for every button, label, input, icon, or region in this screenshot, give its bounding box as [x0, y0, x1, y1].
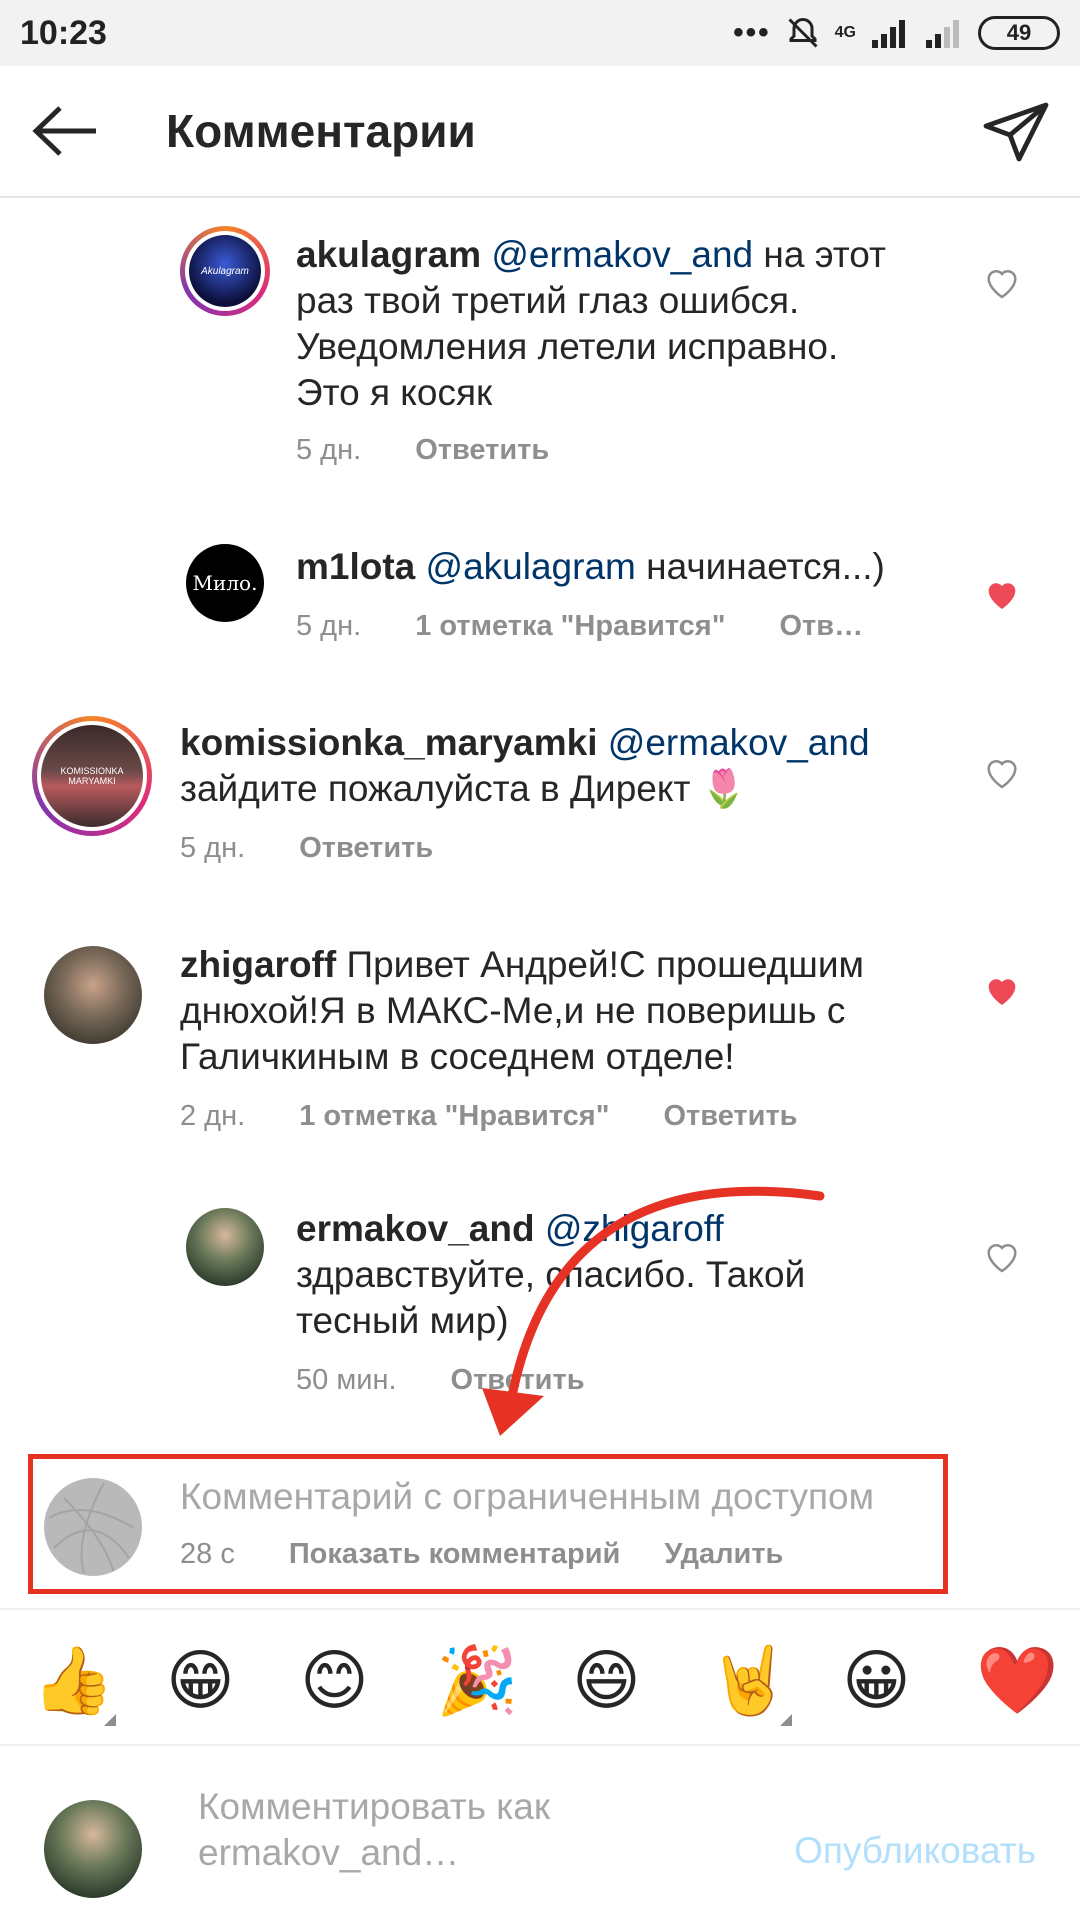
emoji-grinning[interactable]: 😀 — [842, 1644, 911, 1716]
comment-body-line: Уведомления летели исправно. — [296, 326, 839, 367]
comment-body-line: раз твой третий глаз ошибся. — [296, 280, 800, 321]
my-avatar — [44, 1800, 142, 1898]
comment-time: 5 дн. — [180, 832, 246, 864]
comment-username[interactable]: m1lota — [296, 546, 415, 587]
reply-button[interactable]: Отв… — [779, 610, 863, 643]
avatar-story-ring[interactable]: Akulagram — [180, 226, 270, 316]
avatar-label: KOMISSIONKA MARYAMKI — [60, 766, 124, 786]
comment-meta: 2 дн. 1 отметка "Нравится" Ответить — [180, 1100, 852, 1133]
comment-body-line: тесный мир) — [296, 1300, 509, 1341]
page-title: Комментарии — [166, 105, 476, 157]
emoji-laugh[interactable]: 😄 — [572, 1644, 641, 1716]
comment-text: zhigaroff Привет Андрей!С прошедшим днюх… — [180, 942, 940, 1080]
heart-outline-icon[interactable] — [982, 262, 1022, 302]
comment-mention[interactable]: @zhigaroff — [545, 1208, 724, 1249]
comment-body-line: здравствуйте, спасибо. Такой — [296, 1254, 806, 1295]
avatar-label: Мило. — [192, 571, 258, 595]
network-type: 4G — [834, 24, 856, 41]
comment-username[interactable]: komissionka_maryamki — [180, 722, 598, 763]
back-button[interactable] — [0, 65, 130, 197]
reply-button[interactable]: Ответить — [663, 1100, 797, 1133]
likes-count[interactable]: 1 отметка "Нравится" — [299, 1100, 609, 1133]
status-time: 10:23 — [20, 13, 107, 52]
signal-icon — [872, 20, 905, 48]
reply-button[interactable]: Ответить — [415, 434, 549, 467]
comment-body: зайдите пожалуйста в Директ 🌷 — [180, 768, 747, 809]
emoji-rock[interactable]: 🤘 — [708, 1644, 790, 1716]
reply-button[interactable]: Ответить — [299, 832, 433, 865]
heart-filled-icon[interactable] — [982, 574, 1022, 614]
comment-meta: 5 дн. 1 отметка "Нравится" Отв… — [296, 610, 863, 643]
header: Комментарии — [0, 66, 1080, 198]
emoji-quick-bar: 👍 😁 😊 🎉 😄 🤘 😀 ❤️ — [0, 1608, 1080, 1746]
heart-outline-icon[interactable] — [982, 752, 1022, 792]
comment-mention[interactable]: @ermakov_and — [608, 722, 870, 763]
input-placeholder-line: ermakov_and… — [198, 1832, 460, 1873]
publish-button[interactable]: Опубликовать — [794, 1830, 1036, 1872]
comment-text: akulagram @ermakov_and на этот раз твой … — [296, 232, 936, 416]
avatar-label: Akulagram — [201, 265, 249, 277]
reply-button[interactable]: Ответить — [451, 1364, 585, 1397]
emoji-smile[interactable]: 😊 — [300, 1644, 369, 1716]
status-icons: ••• 4G 49 — [733, 15, 1060, 51]
avatar[interactable] — [186, 1208, 264, 1286]
comment-text: ermakov_and @zhigaroff здравствуйте, спа… — [296, 1206, 956, 1344]
battery-indicator: 49 — [978, 16, 1060, 50]
comment-body-line: на этот — [763, 234, 887, 275]
heart-outline-icon[interactable] — [982, 1236, 1022, 1276]
comment-mention[interactable]: @ermakov_and — [491, 234, 753, 275]
comment-body-line: Это я косяк — [296, 372, 493, 413]
status-bar: 10:23 ••• 4G 49 — [0, 0, 1080, 66]
comment-mention[interactable]: @akulagram — [426, 546, 636, 587]
comment-time: 5 дн. — [296, 434, 362, 466]
comment-input-row: Комментировать как ermakov_and… Опублико… — [0, 1746, 1080, 1920]
more-dots-icon: ••• — [733, 16, 771, 49]
comment-meta: 5 дн. Ответить — [296, 434, 603, 467]
heart-filled-icon[interactable] — [982, 970, 1022, 1010]
comment-username[interactable]: akulagram — [296, 234, 481, 275]
comment-time: 2 дн. — [180, 1100, 246, 1132]
skin-tone-corner-icon — [104, 1714, 116, 1726]
comment-time: 5 дн. — [296, 610, 362, 642]
emoji-grin[interactable]: 😁 — [166, 1644, 235, 1716]
signal-icon-2 — [926, 20, 959, 48]
comment-meta: 5 дн. Ответить — [180, 832, 487, 865]
emoji-thumbs-up[interactable]: 👍 — [32, 1644, 114, 1716]
annotation-highlight-box — [28, 1454, 948, 1594]
comment-input[interactable]: Комментировать как ermakov_and… — [198, 1784, 718, 1876]
comment-body-line: Привет Андрей!С прошедшим — [346, 944, 864, 985]
input-placeholder-line: Комментировать как — [198, 1786, 551, 1827]
direct-send-icon[interactable] — [980, 96, 1052, 168]
avatar-story-ring[interactable]: KOMISSIONKA MARYAMKI — [32, 716, 152, 836]
mute-bell-icon — [788, 17, 818, 48]
comment-body: начинается...) — [646, 546, 885, 587]
comment-username[interactable]: zhigaroff — [180, 944, 336, 985]
emoji-party[interactable]: 🎉 — [436, 1644, 518, 1716]
comment-text: komissionka_maryamki @ermakov_and зайдит… — [180, 720, 940, 812]
skin-tone-corner-icon — [780, 1714, 792, 1726]
likes-count[interactable]: 1 отметка "Нравится" — [415, 610, 725, 643]
comment-time: 50 мин. — [296, 1364, 397, 1396]
comment-meta: 50 мин. Ответить — [296, 1364, 639, 1397]
avatar[interactable] — [44, 946, 142, 1044]
comment-text: m1lota @akulagram начинается...) — [296, 544, 936, 590]
emoji-heart[interactable]: ❤️ — [976, 1644, 1058, 1716]
avatar[interactable]: Мило. — [186, 544, 264, 622]
back-arrow-icon — [32, 106, 96, 156]
comment-body-line: Галичкиным в соседнем отделе! — [180, 1036, 735, 1077]
comment-username[interactable]: ermakov_and — [296, 1208, 535, 1249]
comment-body-line: днюхой!Я в МАКС-Ме,и не поверишь с — [180, 990, 846, 1031]
